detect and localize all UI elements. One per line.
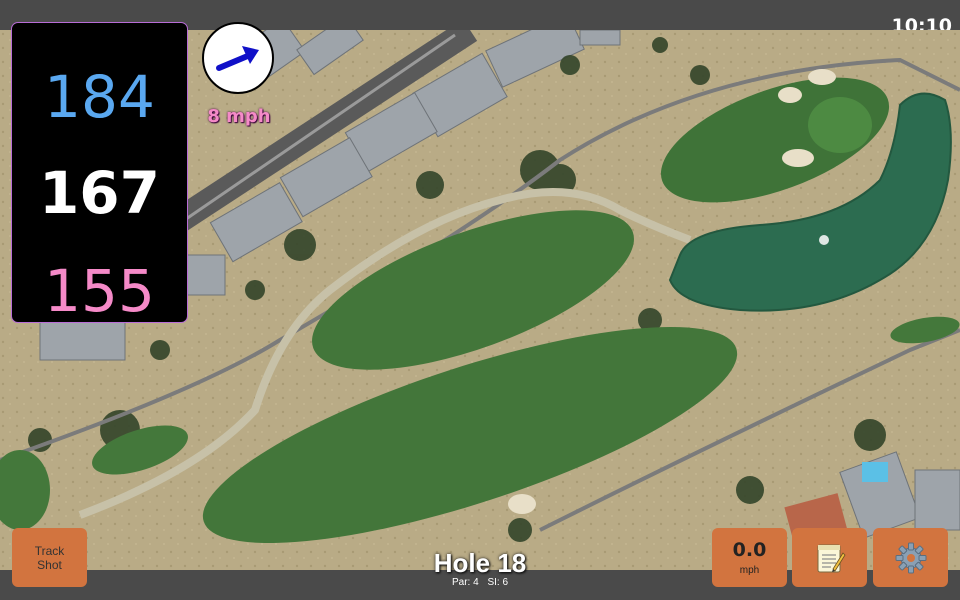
middle-of-green-distance: 167 bbox=[38, 159, 161, 227]
track-shot-label-line2: Shot bbox=[37, 557, 62, 572]
notepad-icon bbox=[817, 544, 846, 572]
hole-info: Par: 4 SI: 6 bbox=[380, 577, 580, 588]
front-of-green-distance: 155 bbox=[44, 257, 155, 325]
speed-value: 0.0 bbox=[732, 539, 767, 561]
yardage-panel: 184 167 155 bbox=[11, 22, 188, 323]
speed-button[interactable]: 0.0 mph bbox=[712, 528, 787, 587]
track-shot-button[interactable]: Track Shot bbox=[12, 528, 87, 587]
hole-title: Hole 18 bbox=[433, 548, 527, 578]
wind-arrow-icon bbox=[216, 46, 259, 71]
wind-speed: 8 mph bbox=[207, 106, 271, 127]
back-of-green-distance: 184 bbox=[44, 63, 155, 131]
wind-indicator bbox=[202, 22, 274, 94]
notes-button[interactable] bbox=[792, 528, 867, 587]
hole-stroke-index: SI: 6 bbox=[487, 577, 509, 588]
hole-par: Par: 4 bbox=[451, 577, 479, 588]
settings-button[interactable] bbox=[873, 528, 948, 587]
speed-unit: mph bbox=[739, 565, 760, 576]
track-shot-label-line1: Track bbox=[34, 543, 65, 558]
gear-icon bbox=[895, 542, 926, 573]
